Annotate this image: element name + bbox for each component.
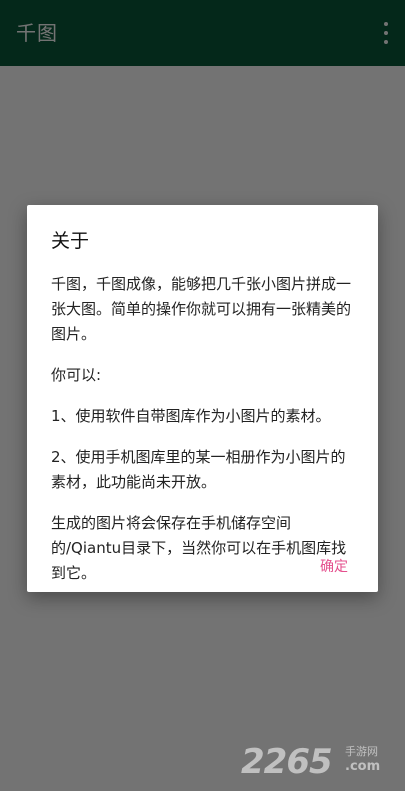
dialog-paragraph: 生成的图片将会保存在手机储存空间的/Qiantu目录下，当然你可以在手机图库找到… xyxy=(51,514,347,582)
dialog-body: 千图，千图成像，能够把几千张小图片拼成一张大图。简单的操作你就可以拥有一张精美的… xyxy=(51,272,354,586)
watermark-side: 手游网 .com xyxy=(345,745,393,775)
watermark-chinese: 手游网 xyxy=(345,745,378,758)
dialog-paragraph: 千图，千图成像，能够把几千张小图片拼成一张大图。简单的操作你就可以拥有一张精美的… xyxy=(51,275,352,343)
confirm-button[interactable]: 确定 xyxy=(320,555,348,579)
about-dialog: 关于 千图，千图成像，能够把几千张小图片拼成一张大图。简单的操作你就可以拥有一张… xyxy=(27,205,378,592)
watermark-number: 2265 xyxy=(241,742,333,782)
dialog-title: 关于 xyxy=(51,230,90,252)
dialog-paragraph: 你可以: xyxy=(51,366,102,384)
dialog-paragraph: 1、使用软件自带图库作为小图片的素材。 xyxy=(51,407,331,425)
watermark-logo: 2265 手游网 .com xyxy=(241,741,393,783)
dialog-paragraph: 2、使用手机图库里的某一相册作为小图片的素材，此功能尚未开放。 xyxy=(51,448,346,491)
watermark-domain: .com xyxy=(345,759,381,774)
